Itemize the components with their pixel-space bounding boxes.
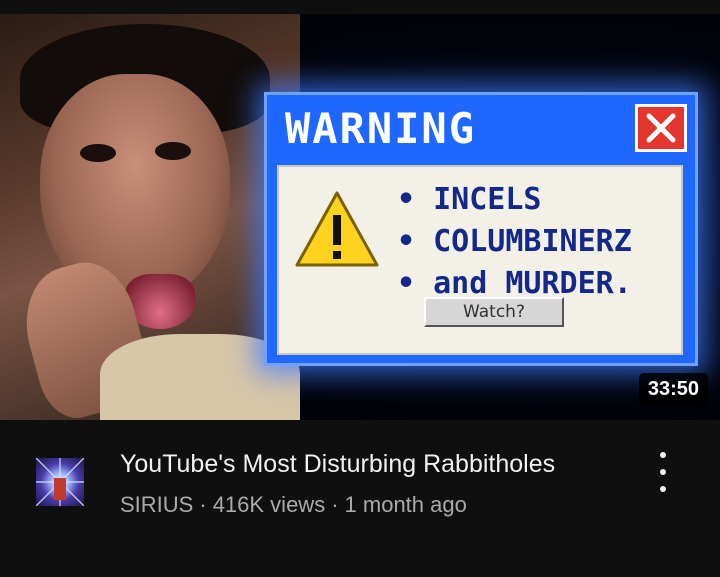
channel-name[interactable]: SIRIUS [120, 492, 193, 517]
dialog-bullet-list: INCELS COLUMBINERZ and MURDER. [397, 179, 632, 305]
video-thumbnail[interactable]: WARNING INCELS COLUMBINERZ and MURDER. W… [0, 14, 720, 420]
more-options-icon[interactable] [651, 452, 675, 492]
thumbnail-person-image [0, 14, 300, 420]
view-count: 416K views [212, 492, 326, 517]
warning-dialog-graphic: WARNING INCELS COLUMBINERZ and MURDER. W… [264, 92, 698, 366]
channel-avatar[interactable] [36, 458, 84, 506]
video-subline: SIRIUS · 416K views · 1 month ago [120, 492, 467, 518]
watch-button-graphic: Watch? [424, 297, 564, 327]
upload-age: 1 month ago [344, 492, 467, 517]
warning-icon [295, 191, 379, 267]
dialog-title: WARNING [285, 104, 477, 153]
dialog-body: INCELS COLUMBINERZ and MURDER. Watch? [277, 165, 683, 355]
bullet-item: INCELS [397, 179, 632, 221]
close-icon [635, 104, 687, 152]
video-title[interactable]: YouTube's Most Disturbing Rabbitholes [120, 450, 555, 479]
duration-badge: 33:50 [638, 373, 708, 406]
separator: · [331, 492, 339, 517]
bullet-item: COLUMBINERZ [397, 221, 632, 263]
separator: · [199, 492, 207, 517]
video-metadata: YouTube's Most Disturbing Rabbitholes SI… [0, 420, 720, 577]
